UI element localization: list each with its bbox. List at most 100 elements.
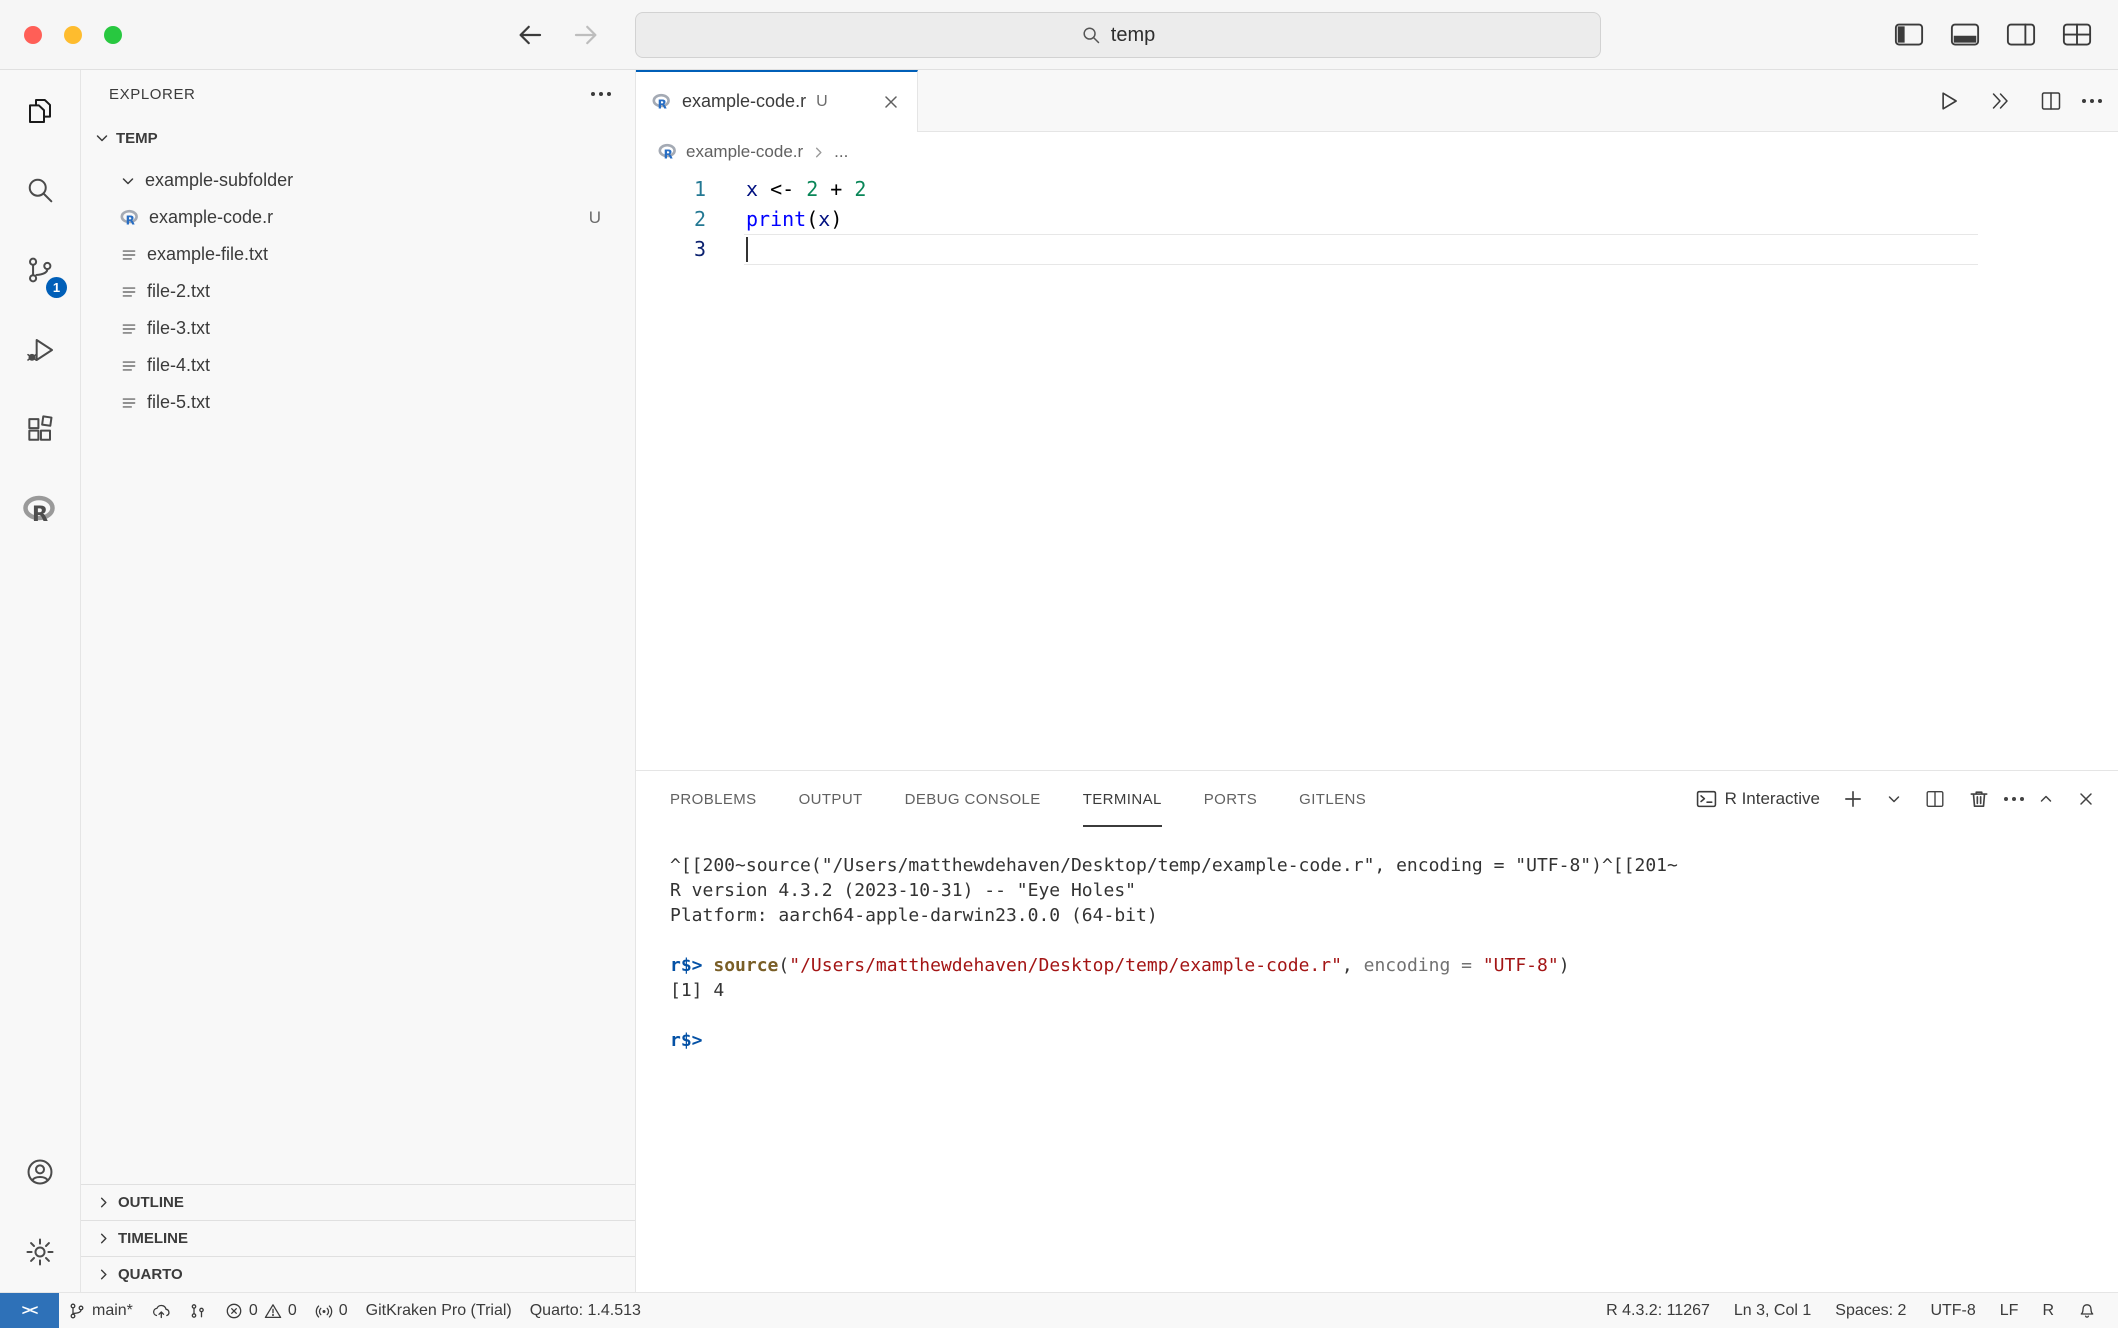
account-icon bbox=[24, 1156, 56, 1188]
minimize-window-button[interactable] bbox=[64, 26, 82, 44]
split-editor-icon[interactable] bbox=[2039, 89, 2063, 113]
language-mode-status[interactable]: R bbox=[2030, 1293, 2066, 1328]
code-line-1: 1 x <- 2 + 2 bbox=[636, 174, 2118, 204]
maximize-panel-icon[interactable] bbox=[2038, 791, 2054, 807]
eol-status[interactable]: LF bbox=[1988, 1293, 2031, 1328]
ports-status[interactable]: 0 bbox=[306, 1293, 357, 1328]
customize-layout-icon[interactable] bbox=[2062, 22, 2092, 47]
cursor-position-status[interactable]: Ln 3, Col 1 bbox=[1722, 1293, 1823, 1328]
publish-changes-button[interactable] bbox=[142, 1293, 180, 1328]
tree-item-file-3-txt[interactable]: file-3.txt bbox=[81, 310, 635, 347]
activity-bar-bottom bbox=[0, 1132, 80, 1292]
timeline-section[interactable]: TIMELINE bbox=[81, 1220, 635, 1256]
remote-indicator[interactable]: >< bbox=[0, 1293, 59, 1328]
problems-status[interactable]: 0 0 bbox=[216, 1293, 306, 1328]
code-line-3: 3 bbox=[636, 234, 2118, 264]
text-file-icon bbox=[120, 283, 138, 301]
panel-controls: R Interactive bbox=[1696, 788, 2118, 810]
code-line-2: 2 print(x) bbox=[636, 204, 2118, 234]
notifications-button[interactable] bbox=[2066, 1293, 2108, 1328]
panel-tab-ports[interactable]: PORTS bbox=[1204, 771, 1257, 827]
terminal-session-picker[interactable]: R Interactive bbox=[1696, 789, 1820, 809]
panel-tab-debug-console[interactable]: DEBUG CONSOLE bbox=[905, 771, 1041, 827]
encoding-status[interactable]: UTF-8 bbox=[1918, 1293, 1987, 1328]
back-arrow-icon[interactable] bbox=[515, 20, 545, 50]
tree-item-file-4-txt[interactable]: file-4.txt bbox=[81, 347, 635, 384]
chevron-down-icon[interactable] bbox=[1886, 791, 1902, 807]
close-panel-icon[interactable] bbox=[2076, 789, 2096, 809]
more-actions-icon[interactable] bbox=[2012, 797, 2016, 801]
run-file-icon[interactable] bbox=[1935, 88, 1961, 114]
git-branch-icon bbox=[68, 1302, 86, 1320]
search-icon bbox=[24, 174, 56, 206]
source-control-badge: 1 bbox=[46, 277, 67, 298]
chevron-down-icon bbox=[94, 130, 110, 146]
terminal-output[interactable]: ^[[200~source("/Users/matthewdehaven/Des… bbox=[636, 827, 2118, 1292]
errors-icon bbox=[225, 1302, 243, 1320]
tree-item-example-file-txt[interactable]: example-file.txt bbox=[81, 236, 635, 273]
bottom-panel: PROBLEMS OUTPUT DEBUG CONSOLE TERMINAL P… bbox=[636, 770, 2118, 1292]
activity-source-control[interactable]: 1 bbox=[0, 230, 80, 310]
tab-example-code-r[interactable]: R example-code.r U bbox=[636, 70, 918, 131]
titlebar: temp bbox=[0, 0, 2118, 70]
close-tab-icon[interactable] bbox=[881, 92, 901, 112]
activity-r[interactable]: R bbox=[0, 470, 80, 550]
quarto-section[interactable]: QUARTO bbox=[81, 1256, 635, 1292]
commit-graph-button[interactable] bbox=[180, 1293, 216, 1328]
activity-search[interactable] bbox=[0, 150, 80, 230]
settings-button[interactable] bbox=[0, 1212, 80, 1292]
panel-tab-gitlens[interactable]: GITLENS bbox=[1299, 771, 1366, 827]
toggle-panel-icon[interactable] bbox=[1950, 22, 1980, 47]
activity-run-debug[interactable] bbox=[0, 310, 80, 390]
close-window-button[interactable] bbox=[24, 26, 42, 44]
chevron-right-icon bbox=[811, 145, 826, 160]
traffic-lights bbox=[24, 26, 122, 44]
outline-section[interactable]: OUTLINE bbox=[81, 1184, 635, 1220]
text-file-icon bbox=[120, 394, 138, 412]
command-center-search[interactable]: temp bbox=[635, 12, 1601, 58]
more-actions-icon[interactable] bbox=[2090, 99, 2094, 103]
activity-explorer[interactable] bbox=[0, 70, 80, 150]
run-debug-icon bbox=[24, 334, 56, 366]
main-area: 1 R bbox=[0, 70, 2118, 1292]
zoom-window-button[interactable] bbox=[104, 26, 122, 44]
breadcrumb-file[interactable]: example-code.r bbox=[686, 142, 803, 162]
breadcrumb-symbol[interactable]: ... bbox=[834, 142, 848, 162]
broadcast-icon bbox=[315, 1302, 333, 1320]
r-session-status[interactable]: R 4.3.2: 11267 bbox=[1594, 1293, 1722, 1328]
search-text: temp bbox=[1111, 24, 1155, 47]
workspace-folder-temp[interactable]: TEMP bbox=[81, 118, 635, 158]
indentation-status[interactable]: Spaces: 2 bbox=[1823, 1293, 1918, 1328]
panel-tab-bar: PROBLEMS OUTPUT DEBUG CONSOLE TERMINAL P… bbox=[636, 771, 2118, 827]
tree-item-example-code-r[interactable]: R example-code.r U bbox=[81, 199, 635, 236]
panel-tab-terminal[interactable]: TERMINAL bbox=[1083, 771, 1162, 827]
activity-extensions[interactable] bbox=[0, 390, 80, 470]
tree-item-file-2-txt[interactable]: file-2.txt bbox=[81, 273, 635, 310]
git-status-untracked: U bbox=[589, 208, 635, 228]
vscode-window: temp bbox=[0, 0, 2118, 1328]
panel-tab-problems[interactable]: PROBLEMS bbox=[670, 771, 757, 827]
editor-actions bbox=[1935, 70, 2118, 131]
forward-arrow-icon[interactable] bbox=[571, 20, 601, 50]
split-terminal-icon[interactable] bbox=[1924, 788, 1946, 810]
accounts-button[interactable] bbox=[0, 1132, 80, 1212]
run-source-icon[interactable] bbox=[1988, 89, 2012, 113]
git-branch-status[interactable]: main* bbox=[59, 1293, 142, 1328]
quarto-status[interactable]: Quarto: 1.4.513 bbox=[521, 1293, 650, 1328]
statusbar: >< main* 0 0 bbox=[0, 1292, 2118, 1328]
panel-tab-output[interactable]: OUTPUT bbox=[799, 771, 863, 827]
more-actions-icon[interactable] bbox=[599, 92, 603, 96]
chevron-right-icon bbox=[96, 1267, 111, 1282]
kill-terminal-icon[interactable] bbox=[1968, 788, 1990, 810]
gitkraken-status[interactable]: GitKraken Pro (Trial) bbox=[357, 1293, 521, 1328]
activity-bar: 1 R bbox=[0, 70, 81, 1292]
toggle-sidebar-icon[interactable] bbox=[1894, 22, 1924, 47]
layout-controls bbox=[1894, 22, 2092, 47]
tree-item-example-subfolder[interactable]: example-subfolder bbox=[81, 162, 635, 199]
chevron-right-icon bbox=[96, 1195, 111, 1210]
code-editor[interactable]: 1 x <- 2 + 2 2 print(x) 3 bbox=[636, 172, 2118, 770]
toggle-secondary-sidebar-icon[interactable] bbox=[2006, 22, 2036, 47]
new-terminal-icon[interactable] bbox=[1842, 788, 1864, 810]
terminal-icon bbox=[1696, 789, 1717, 809]
tree-item-file-5-txt[interactable]: file-5.txt bbox=[81, 384, 635, 421]
